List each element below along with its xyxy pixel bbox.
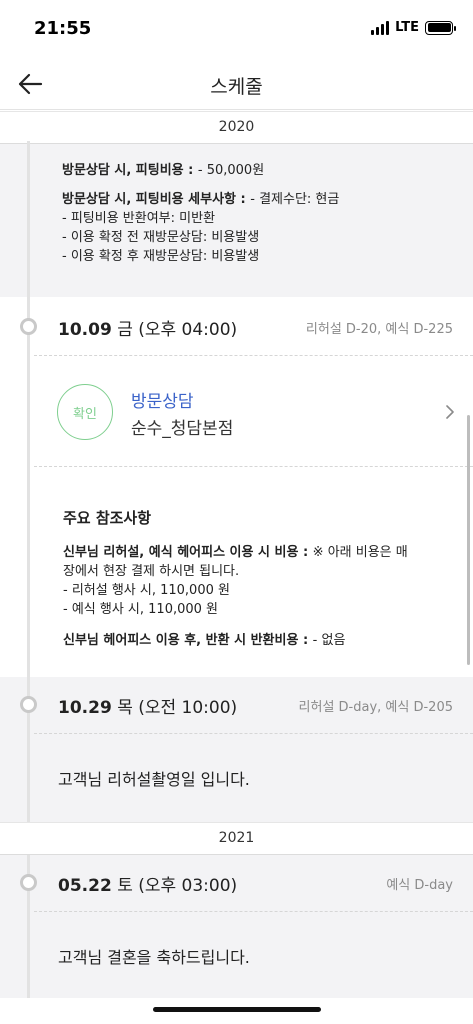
event-weekday: 금 bbox=[117, 320, 133, 340]
hairpiece-line: 신부님 리허설, 예식 헤어피스 이용 시 비용 : ※ 아래 비용은 매 bbox=[63, 543, 453, 562]
event-message: 고객님 결혼을 축하드립니다. bbox=[58, 948, 250, 967]
status-indicators: LTE bbox=[371, 20, 456, 35]
home-indicator[interactable] bbox=[153, 1007, 321, 1012]
event-dday: 예식 D-day bbox=[386, 878, 453, 893]
fee-detail: 방문상담 시, 피팅비용 : - 50,000원 방문상담 시, 피팅비용 세부… bbox=[62, 161, 339, 266]
fee-value: - 50,000원 bbox=[197, 163, 265, 178]
appointment-title[interactable]: 방문상담 bbox=[131, 387, 194, 412]
year-header: 2021 bbox=[0, 822, 473, 855]
fee-detail-line: 방문상담 시, 피팅비용 세부사항 : - 결제수단: 현금 bbox=[62, 190, 339, 209]
event-time: (오전 10:00) bbox=[138, 698, 238, 718]
page-title: 스케줄 bbox=[210, 76, 263, 98]
return-line: 신부님 헤어피스 이용 후, 반환 시 반환비용 : - 없음 bbox=[63, 631, 453, 650]
fee-detail-label: 방문상담 시, 피팅비용 세부사항 : bbox=[62, 192, 251, 207]
fee-detail-value: - 결제수단: 현금 bbox=[250, 192, 340, 207]
battery-icon bbox=[425, 20, 456, 35]
divider bbox=[34, 466, 473, 467]
fee-detail-item: - 이용 확정 전 재방문상담: 비용발생 bbox=[62, 230, 260, 245]
reference-detail: 신부님 리허설, 예식 헤어피스 이용 시 비용 : ※ 아래 비용은 매 장에… bbox=[63, 543, 453, 650]
status-badge: 확인 bbox=[57, 384, 113, 440]
hairpiece-line-2: 장에서 현장 결제 하시면 됩니다. bbox=[63, 564, 240, 579]
event-date: 10.29 bbox=[58, 698, 112, 718]
signal-icon bbox=[371, 20, 390, 35]
timeline-dot bbox=[20, 696, 37, 713]
reference-title: 주요 참조사항 bbox=[63, 509, 152, 527]
hairpiece-item: - 예식 행사 시, 110,000 원 bbox=[63, 602, 219, 617]
event-date: 05.22 bbox=[58, 876, 112, 896]
event-dday: 리허설 D-day, 예식 D-205 bbox=[298, 700, 453, 715]
divider bbox=[34, 355, 473, 356]
divider bbox=[34, 733, 473, 734]
schedule-scroll[interactable]: 2020 방문상담 시, 피팅비용 : - 50,000원 방문상담 시, 피팅… bbox=[0, 111, 473, 1024]
event-date-row: 10.09 금 (오후 04:00) bbox=[58, 315, 237, 340]
scrollbar[interactable] bbox=[467, 415, 470, 665]
timeline-dot bbox=[20, 874, 37, 891]
hairpiece-value: ※ 아래 비용은 매 bbox=[312, 545, 408, 560]
return-value: - 없음 bbox=[312, 633, 346, 648]
event-weekday: 토 bbox=[117, 876, 133, 896]
event-date-row: 05.22 토 (오후 03:00) bbox=[58, 871, 237, 896]
divider bbox=[34, 911, 473, 912]
network-label: LTE bbox=[395, 20, 419, 35]
fee-label: 방문상담 시, 피팅비용 : bbox=[62, 163, 198, 178]
event-weekday: 목 bbox=[117, 698, 133, 718]
year-header: 2020 bbox=[0, 111, 473, 144]
status-bar: 21:55 LTE bbox=[0, 0, 473, 58]
fee-detail-item: - 피팅비용 반환여부: 미반환 bbox=[62, 211, 216, 226]
event-date-row: 10.29 목 (오전 10:00) bbox=[58, 693, 237, 718]
event-message: 고객님 리허설촬영일 입니다. bbox=[58, 770, 250, 789]
timeline-dot bbox=[20, 318, 37, 335]
fee-detail-item: - 이용 확정 후 재방문상담: 비용발생 bbox=[62, 249, 260, 264]
hairpiece-item: - 리허설 행사 시, 110,000 원 bbox=[63, 583, 230, 598]
fee-line: 방문상담 시, 피팅비용 : - 50,000원 bbox=[62, 161, 339, 180]
status-time: 21:55 bbox=[34, 18, 92, 39]
event-dday: 리허설 D-20, 예식 D-225 bbox=[305, 322, 453, 337]
event-time: (오후 04:00) bbox=[138, 320, 238, 340]
return-label: 신부님 헤어피스 이용 후, 반환 시 반환비용 : bbox=[63, 633, 313, 648]
chevron-right-icon[interactable] bbox=[443, 405, 457, 419]
event-date: 10.09 bbox=[58, 320, 112, 340]
hairpiece-label: 신부님 리허설, 예식 헤어피스 이용 시 비용 : bbox=[63, 545, 313, 560]
appointment-place[interactable]: 순수_청담본점 bbox=[131, 414, 233, 439]
event-time: (오후 03:00) bbox=[138, 876, 238, 896]
nav-header: 스케줄 bbox=[0, 58, 473, 110]
